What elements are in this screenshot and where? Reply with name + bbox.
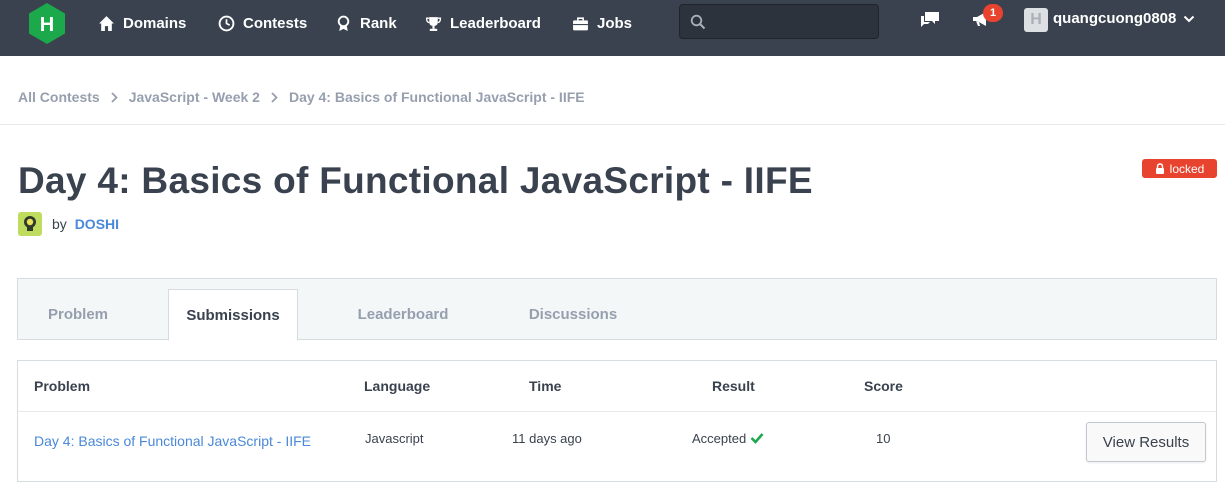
nav-jobs-label: Jobs	[597, 14, 633, 32]
avatar[interactable]: H	[1024, 8, 1048, 32]
breadcrumb: All Contests JavaScript - Week 2 Day 4: …	[18, 89, 585, 105]
chevron-right-icon	[271, 91, 278, 103]
author-link[interactable]: DOSHI	[75, 216, 119, 232]
nav-jobs[interactable]: Jobs	[572, 12, 632, 34]
view-results-button[interactable]: View Results	[1086, 422, 1206, 462]
page-title: Day 4: Basics of Functional JavaScript -…	[18, 160, 813, 201]
briefcase-icon	[573, 16, 588, 30]
trophy-icon	[425, 16, 442, 31]
check-icon	[750, 433, 764, 444]
result-cell: Accepted	[692, 431, 764, 446]
breadcrumb-week[interactable]: JavaScript - Week 2	[129, 89, 260, 105]
nav-contests-label: Contests	[243, 14, 308, 32]
header-result: Result	[712, 378, 755, 394]
chevron-right-icon	[111, 91, 118, 103]
search-box[interactable]	[679, 4, 879, 39]
status-badge: locked	[1142, 159, 1217, 178]
tab-problem[interactable]: Problem	[18, 289, 138, 340]
by-label: by	[52, 216, 67, 232]
breadcrumb-all-contests[interactable]: All Contests	[18, 89, 100, 105]
author-line: by DOSHI	[52, 216, 119, 232]
submissions-table: Problem Language Time Result Score Day 4…	[17, 360, 1217, 482]
chevron-down-icon[interactable]	[1183, 13, 1195, 25]
nav-rank[interactable]: Rank	[335, 12, 397, 34]
notification-badge: 1	[983, 4, 1003, 22]
tab-bar: Problem Submissions Leaderboard Discussi…	[17, 278, 1217, 341]
header-problem: Problem	[34, 378, 91, 394]
nav-domains[interactable]: Domains	[98, 12, 186, 34]
svg-text:H: H	[40, 14, 54, 36]
search-input[interactable]	[714, 5, 874, 38]
language-cell: Javascript	[365, 431, 424, 446]
tab-submissions[interactable]: Submissions	[168, 289, 298, 341]
problem-link[interactable]: Day 4: Basics of Functional JavaScript -…	[34, 431, 324, 452]
nav-leaderboard-label: Leaderboard	[450, 14, 541, 32]
home-icon	[99, 15, 114, 31]
tab-leaderboard[interactable]: Leaderboard	[338, 289, 468, 340]
divider	[0, 124, 1225, 125]
author-avatar[interactable]	[18, 212, 42, 236]
username[interactable]: quangcuong0808	[1053, 10, 1176, 27]
medal-icon	[337, 15, 350, 31]
tab-discussions[interactable]: Discussions	[508, 289, 638, 340]
header-divider	[18, 411, 1216, 412]
header-score: Score	[864, 378, 903, 394]
clock-icon	[218, 15, 235, 31]
nav-domains-label: Domains	[123, 14, 187, 32]
chat-icon[interactable]	[918, 7, 942, 31]
result-label: Accepted	[692, 431, 747, 446]
score-cell: 10	[876, 431, 891, 446]
top-navbar: H Domains Contests Rank Leaderboard Jobs…	[0, 0, 1225, 56]
search-icon	[690, 14, 706, 30]
lock-icon	[1155, 163, 1164, 174]
breadcrumb-current[interactable]: Day 4: Basics of Functional JavaScript -…	[289, 89, 585, 105]
nav-contests[interactable]: Contests	[218, 12, 307, 34]
header-language: Language	[364, 378, 431, 394]
header-time: Time	[529, 378, 562, 394]
nav-leaderboard[interactable]: Leaderboard	[425, 12, 541, 34]
nav-rank-label: Rank	[360, 14, 397, 32]
time-cell: 11 days ago	[512, 431, 582, 446]
status-label: locked	[1169, 161, 1205, 176]
hackerrank-logo[interactable]: H	[26, 2, 68, 44]
